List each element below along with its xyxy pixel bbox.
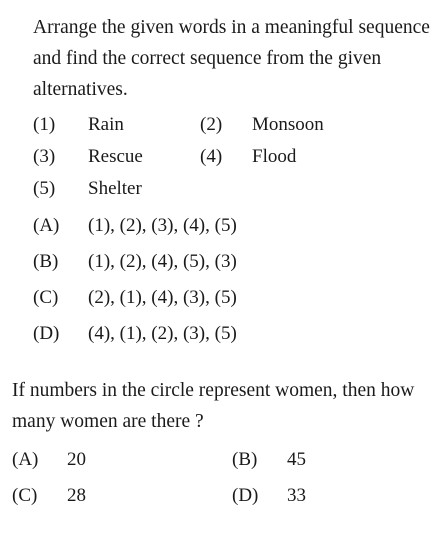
option-b-value[interactable]: 45 [287, 448, 306, 472]
word-item: Monsoon [252, 114, 324, 135]
word-item: Shelter [88, 178, 142, 199]
option-a-letter[interactable]: (A) [12, 448, 38, 472]
word-item: Flood [252, 146, 297, 167]
option-letter: (C) [33, 287, 59, 308]
answer-row-1: (A) 20 (B) 45 [12, 448, 432, 474]
option-sequence: (1), (2), (4), (5), (3) [88, 251, 237, 272]
word-item: Rescue [88, 146, 143, 167]
option-c-value[interactable]: 28 [67, 484, 86, 508]
word-number: (4) [200, 146, 223, 167]
option-c-letter[interactable]: (C) [12, 484, 37, 508]
option-d-value[interactable]: 33 [287, 484, 306, 508]
word-number: (3) [33, 146, 56, 167]
word-number: (2) [200, 114, 223, 135]
answer-row-2: (C) 28 (D) 33 [12, 484, 432, 510]
word-item: Rain [88, 114, 124, 135]
option-sequence: (4), (1), (2), (3), (5) [88, 323, 237, 344]
option-letter: (B) [33, 251, 59, 272]
option-a-value[interactable]: 20 [67, 448, 86, 472]
option-sequence: (1), (2), (3), (4), (5) [88, 215, 237, 236]
option-sequence: (2), (1), (4), (3), (5) [88, 287, 237, 308]
option-letter: (A) [33, 215, 60, 236]
option-b-letter[interactable]: (B) [232, 448, 257, 472]
word-number: (1) [33, 114, 56, 135]
option-d-letter[interactable]: (D) [232, 484, 258, 508]
option-letter: (D) [33, 323, 60, 344]
question-2-prompt: If numbers in the circle represent women… [12, 380, 415, 432]
word-number: (5) [33, 178, 56, 199]
question-1-prompt: Arrange the given words in a meaningful … [33, 17, 430, 100]
